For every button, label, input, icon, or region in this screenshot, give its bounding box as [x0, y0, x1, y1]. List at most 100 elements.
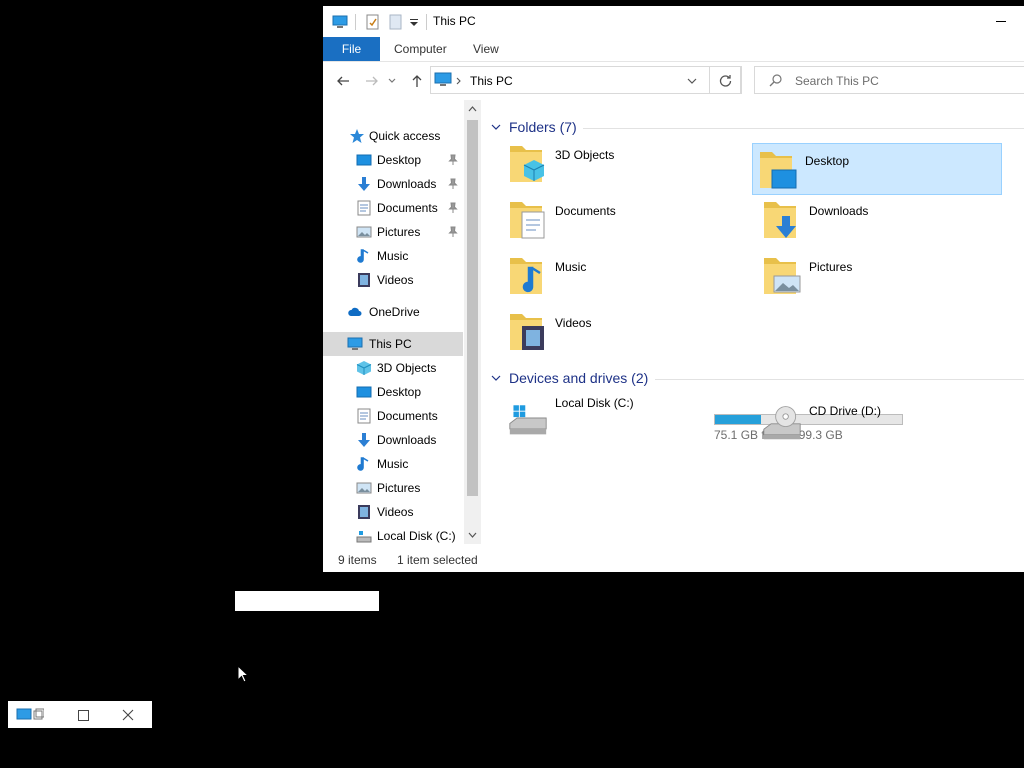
refresh-button[interactable] [709, 66, 742, 94]
chevron-right-icon [456, 77, 461, 85]
address-text: This PC [470, 74, 513, 88]
folder-music-icon [510, 258, 542, 294]
nav-pc-videos[interactable]: Videos [323, 500, 463, 524]
nav-item-label: Downloads [377, 177, 437, 191]
forward-button[interactable] [363, 72, 381, 90]
status-item-count: 9 items [338, 553, 377, 567]
nav-pc-pictures[interactable]: Pictures [323, 476, 463, 500]
nav-item-label: Local Disk (C:) [377, 529, 456, 543]
nav-quick-access-label: Quick access [369, 129, 441, 143]
status-selection: 1 item selected [397, 553, 478, 567]
chevron-down-icon [491, 124, 501, 130]
nav-quick-downloads[interactable]: Downloads [323, 172, 463, 196]
nav-pc-desktop[interactable]: Desktop [323, 380, 463, 404]
folder-desktop-icon [760, 152, 797, 189]
folder-name: 3D Objects [555, 148, 615, 162]
status-bar: 9 items 1 item selected [323, 544, 1024, 572]
scroll-down-icon[interactable] [468, 532, 477, 538]
document-icon [357, 200, 371, 216]
group-title: Devices and drives (2) [509, 370, 649, 386]
drive-name: CD Drive (D:) [809, 404, 881, 418]
drive-tile-d[interactable]: CD Drive (D:) [757, 396, 1007, 446]
arrow-up-icon [412, 75, 422, 87]
nav-scrollbar[interactable] [464, 100, 481, 544]
cube-icon [356, 361, 372, 375]
nav-pc-music[interactable]: Music [323, 452, 463, 476]
nav-quick-videos[interactable]: Videos [323, 268, 463, 292]
group-header-folders[interactable]: Folders (7) [491, 116, 577, 138]
folder-3d-objects-icon [510, 146, 545, 182]
restore-windows-button[interactable] [16, 706, 44, 724]
pictures-icon [356, 226, 372, 238]
folder-tile-selected[interactable]: Desktop [752, 143, 1002, 195]
address-dropdown-icon[interactable] [687, 77, 697, 85]
computer-icon [347, 337, 363, 350]
nav-quick-music[interactable]: Music [323, 244, 463, 268]
nav-this-pc[interactable]: This PC [323, 332, 463, 356]
back-button[interactable] [334, 72, 352, 90]
folder-downloads-icon [764, 202, 796, 238]
folder-tile[interactable]: Videos [503, 306, 753, 358]
folder-name: Music [555, 260, 587, 274]
cloud-icon [348, 307, 362, 316]
scrollbar-thumb[interactable] [467, 120, 478, 496]
minimize-icon [996, 21, 1006, 22]
folder-tile[interactable]: Pictures [757, 250, 1007, 302]
music-icon [357, 457, 369, 471]
close-button[interactable] [119, 706, 137, 724]
folder-tile[interactable]: 3D Objects [503, 138, 753, 190]
recent-locations-button[interactable] [387, 72, 397, 90]
minimized-window-strip [8, 701, 152, 728]
drive-name: Local Disk (C:) [555, 396, 634, 410]
blank-floating-window[interactable] [235, 591, 379, 611]
qat-dropdown-icon[interactable] [409, 14, 425, 30]
folder-tile[interactable]: Downloads [757, 194, 1007, 246]
tab-view[interactable]: View [473, 37, 499, 61]
minimize-button[interactable] [979, 6, 1023, 37]
new-folder-icon[interactable] [388, 14, 404, 30]
folder-tile[interactable]: Music [503, 250, 753, 302]
desktop-icon [356, 386, 372, 398]
group-header-devices[interactable]: Devices and drives (2) [491, 367, 648, 389]
computer-icon [434, 72, 452, 86]
title-bar: This PC [323, 6, 1024, 37]
search-placeholder: Search This PC [795, 74, 879, 88]
nav-item-label: Downloads [377, 433, 437, 447]
pictures-icon [356, 482, 372, 494]
nav-pc-downloads[interactable]: Downloads [323, 428, 463, 452]
nav-quick-pictures[interactable]: Pictures [323, 220, 463, 244]
scroll-up-icon[interactable] [468, 106, 477, 112]
nav-item-label: Documents [377, 409, 438, 423]
pin-icon [448, 154, 458, 165]
refresh-icon [719, 74, 732, 87]
search-box[interactable]: Search This PC [754, 66, 1024, 94]
cd-drive-icon [763, 406, 801, 440]
navigation-bar: This PC Search This PC [323, 62, 1024, 100]
nav-quick-access[interactable]: Quick access [323, 124, 463, 148]
maximize-button[interactable] [74, 706, 92, 724]
nav-quick-documents[interactable]: Documents [323, 196, 463, 220]
qat-separator [426, 14, 427, 30]
explorer-window: This PC File Computer View This PC Searc… [323, 6, 1024, 572]
pin-icon [448, 202, 458, 213]
nav-quick-desktop[interactable]: Desktop [323, 148, 463, 172]
tab-file[interactable]: File [323, 37, 380, 61]
nav-onedrive[interactable]: OneDrive [323, 300, 463, 324]
nav-pc-3d-objects[interactable]: 3D Objects [323, 356, 463, 380]
folder-tile[interactable]: Documents [503, 194, 753, 246]
group-divider [583, 128, 1024, 129]
tab-computer[interactable]: Computer [394, 37, 447, 61]
nav-item-label: 3D Objects [377, 361, 437, 375]
star-icon [350, 129, 364, 143]
address-bar[interactable]: This PC [430, 66, 741, 94]
folder-name: Downloads [809, 204, 869, 218]
folder-name: Videos [555, 316, 592, 330]
download-icon [358, 433, 370, 447]
videos-icon [358, 505, 370, 519]
nav-pc-documents[interactable]: Documents [323, 404, 463, 428]
up-button[interactable] [408, 72, 426, 90]
close-icon [122, 709, 134, 721]
computer-icon[interactable] [332, 14, 348, 30]
nav-item-label: Documents [377, 201, 438, 215]
properties-icon[interactable] [365, 14, 381, 30]
